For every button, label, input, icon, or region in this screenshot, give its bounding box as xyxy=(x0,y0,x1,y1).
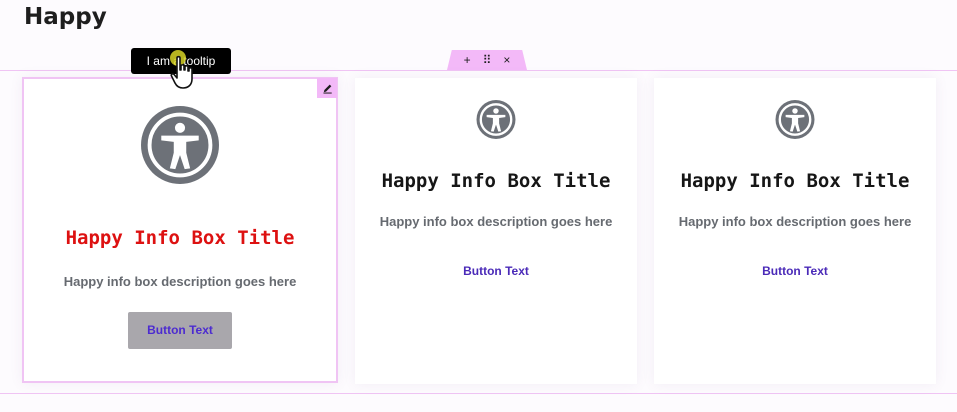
accessibility-icon xyxy=(141,106,219,184)
info-box-card-2[interactable]: Happy Info Box Title Happy info box desc… xyxy=(355,78,637,384)
edit-widget-button[interactable] xyxy=(317,78,337,98)
accessibility-icon xyxy=(476,100,516,139)
pencil-icon xyxy=(322,84,332,94)
drag-section-handle[interactable]: ⠿ xyxy=(483,54,492,66)
page-title: Happy xyxy=(24,4,107,30)
info-box-button[interactable]: Button Text xyxy=(128,312,232,349)
delete-section-button[interactable]: × xyxy=(503,54,510,66)
accessibility-icon xyxy=(775,100,815,139)
info-box-button[interactable]: Button Text xyxy=(463,264,529,278)
info-box-card-1[interactable]: Happy Info Box Title Happy info box desc… xyxy=(22,77,338,383)
section-bottom-border xyxy=(0,393,957,394)
info-box-card-3[interactable]: Happy Info Box Title Happy info box desc… xyxy=(654,78,936,384)
info-box-description: Happy info box description goes here xyxy=(63,274,297,289)
info-box-description: Happy info box description goes here xyxy=(379,214,613,229)
info-box-button[interactable]: Button Text xyxy=(762,264,828,278)
section-handle: + ⠿ × xyxy=(447,50,527,70)
info-box-title: Happy Info Box Title xyxy=(680,170,910,192)
info-box-description: Happy info box description goes here xyxy=(678,214,912,229)
add-section-button[interactable]: + xyxy=(464,54,471,66)
info-box-title: Happy Info Box Title xyxy=(65,227,295,249)
hand-cursor-icon xyxy=(170,55,193,89)
info-box-title: Happy Info Box Title xyxy=(381,170,611,192)
